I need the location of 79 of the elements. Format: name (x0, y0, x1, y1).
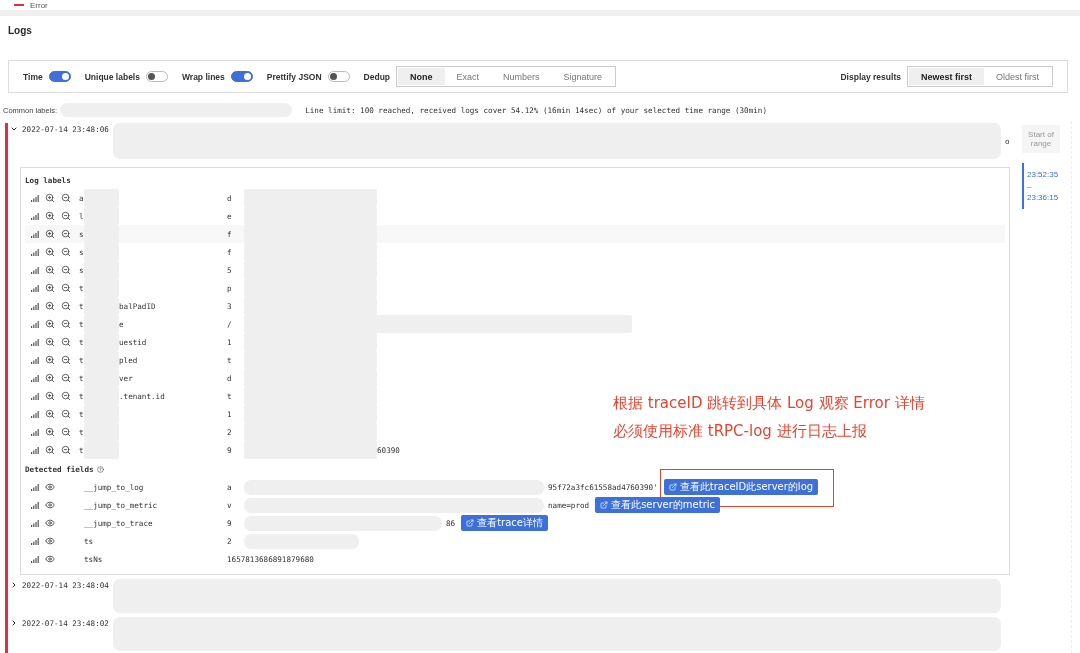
dedup-label: Dedup (363, 71, 391, 82)
zoom-in-icon[interactable] (45, 229, 55, 239)
bar-chart-icon[interactable] (31, 302, 39, 310)
zoom-out-icon[interactable] (61, 193, 71, 203)
toggle-label: Prettify JSON (266, 71, 322, 82)
dedup-option[interactable]: None (398, 68, 445, 85)
bar-chart-icon[interactable] (31, 392, 39, 400)
bar-chart-icon[interactable] (31, 338, 39, 346)
zoom-in-icon[interactable] (45, 445, 55, 455)
panel-title: Logs (7, 24, 33, 38)
zoom-out-icon[interactable] (61, 409, 71, 419)
bar-chart-icon[interactable] (31, 230, 39, 238)
zoom-out-icon[interactable] (61, 229, 71, 239)
bar-chart-icon[interactable] (31, 446, 39, 454)
zoom-in-icon[interactable] (45, 337, 55, 347)
start-of-range-label: Start of range (1022, 125, 1060, 154)
bar-chart-icon[interactable] (31, 284, 39, 292)
zoom-in-icon[interactable] (45, 301, 55, 311)
zoom-out-icon[interactable] (61, 247, 71, 257)
link-button[interactable]: 查看trace详情 (461, 515, 548, 531)
legend-label: Error (30, 2, 48, 10)
zoom-in-icon[interactable] (45, 193, 55, 203)
time-range-bar[interactable]: 23:52:35 – 23:36:15 (1022, 163, 1059, 209)
zoom-in-icon[interactable] (45, 373, 55, 383)
bar-chart-icon[interactable] (31, 266, 39, 274)
toggle-switch[interactable] (48, 71, 71, 82)
bar-chart-icon[interactable] (31, 537, 39, 545)
bar-chart-icon[interactable] (31, 501, 39, 509)
zoom-out-icon[interactable] (61, 211, 71, 221)
bar-chart-icon[interactable] (31, 483, 39, 491)
zoom-out-icon[interactable] (61, 283, 71, 293)
toggle-switch[interactable] (327, 71, 350, 82)
bar-chart-icon[interactable] (31, 555, 39, 563)
bar-chart-icon[interactable] (31, 194, 39, 202)
zoom-in-icon[interactable] (45, 283, 55, 293)
zoom-out-icon[interactable] (61, 445, 71, 455)
zoom-out-icon[interactable] (61, 319, 71, 329)
link-button[interactable]: 查看此server的metric (595, 497, 720, 513)
zoom-in-icon[interactable] (45, 247, 55, 257)
eye-icon[interactable] (45, 518, 55, 528)
annotation-text: 根据 traceID 跳转到具体 Log 观察 Error 详情 (613, 394, 925, 413)
zoom-in-icon[interactable] (45, 355, 55, 365)
link-button[interactable]: 查看此traceID此server的log (663, 479, 819, 495)
order-option[interactable]: Newest first (908, 68, 984, 85)
zoom-out-icon[interactable] (61, 427, 71, 437)
bar-chart-icon[interactable] (31, 374, 39, 382)
eye-icon[interactable] (45, 554, 55, 564)
toggle-label: Time (23, 71, 43, 82)
toggle-switch[interactable] (145, 71, 168, 82)
bar-chart-icon[interactable] (31, 248, 39, 256)
zoom-in-icon[interactable] (45, 427, 55, 437)
zoom-out-icon[interactable] (61, 265, 71, 275)
external-link-icon (668, 483, 677, 491)
annotation-text: 必须使用标准 tRPC-log 进行日志上报 (613, 422, 868, 441)
zoom-in-icon[interactable] (45, 211, 55, 221)
external-link-icon (600, 501, 609, 509)
bar-chart-icon[interactable] (31, 519, 39, 527)
zoom-out-icon[interactable] (61, 373, 71, 383)
zoom-out-icon[interactable] (61, 301, 71, 311)
eye-icon[interactable] (45, 536, 55, 546)
zoom-out-icon[interactable] (61, 391, 71, 401)
zoom-in-icon[interactable] (45, 409, 55, 419)
display-label: Display results (840, 71, 901, 82)
toggle-switch[interactable] (230, 71, 253, 82)
bar-chart-icon[interactable] (31, 212, 39, 220)
external-link-icon (466, 519, 475, 527)
toggle-label: Unique labels (84, 71, 140, 82)
toggle-label: Wrap lines (181, 71, 225, 82)
bar-chart-icon[interactable] (31, 410, 39, 418)
zoom-out-icon[interactable] (61, 337, 71, 347)
bar-chart-icon[interactable] (31, 428, 39, 436)
eye-icon[interactable] (45, 500, 55, 510)
zoom-in-icon[interactable] (45, 391, 55, 401)
zoom-in-icon[interactable] (45, 265, 55, 275)
eye-icon[interactable] (45, 482, 55, 492)
bar-chart-icon[interactable] (31, 320, 39, 328)
zoom-out-icon[interactable] (61, 355, 71, 365)
zoom-in-icon[interactable] (45, 319, 55, 329)
bar-chart-icon[interactable] (31, 356, 39, 364)
